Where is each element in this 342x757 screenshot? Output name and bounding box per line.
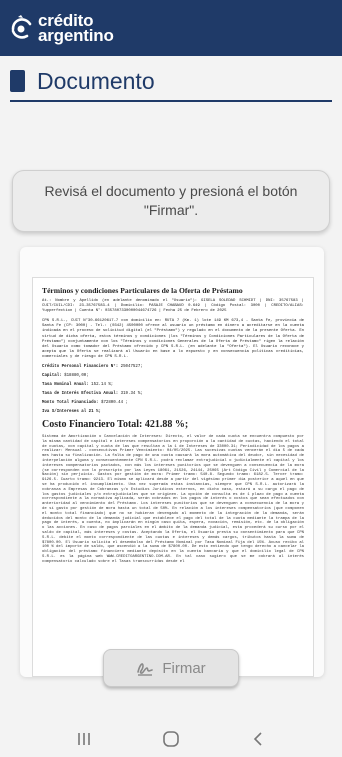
home-button[interactable] <box>161 729 181 749</box>
tea-value: 319.34 %; <box>120 392 143 397</box>
iva-line: Iva S/Intereses al 21 %; <box>42 410 304 415</box>
document-heading: Términos y condiciones Particulares de l… <box>42 286 243 295</box>
tea-line: Tasa de Interés Efectiva Anual: 319.34 %… <box>42 392 304 397</box>
sign-button[interactable]: Firmar <box>103 649 239 687</box>
back-button[interactable] <box>248 729 268 749</box>
tea-label: Tasa de Interés Efectiva Anual: <box>42 392 119 397</box>
tna-label: Tasa Nominal Anual: <box>42 383 89 388</box>
logo-mark-icon <box>11 15 32 39</box>
instruction-text: Revisá el documento y presioná el botón … <box>44 183 298 218</box>
bookmark-icon <box>10 70 25 92</box>
capital-label: Capital: <box>42 374 62 379</box>
recent-apps-button[interactable] <box>74 729 94 749</box>
total-cost: Costo Financiero Total: 421.88 %; <box>42 419 189 431</box>
document-page: Términos y condiciones Particulares de l… <box>32 277 314 677</box>
app-header: crédito argentino <box>0 0 342 56</box>
brand-line-2: argentino <box>38 26 114 45</box>
document-viewer[interactable]: Términos y condiciones Particulares de l… <box>20 247 324 677</box>
tna-line: Tasa Nominal Anual: 152.14 %; <box>42 383 304 388</box>
page-title-row: Documento <box>10 64 332 98</box>
tna-value: 152.14 %; <box>91 383 114 388</box>
capital-line: Capital: $18880,00; <box>42 374 304 379</box>
page-title: Documento <box>37 67 155 94</box>
credit-number-value: 25047527; <box>120 365 143 370</box>
instruction-card: Revisá el documento y presioná el botón … <box>12 170 330 232</box>
sign-button-label: Firmar <box>162 659 206 677</box>
system-nav-bar <box>0 720 342 757</box>
document-intro: At.: Nombre y Apellido (en adelante deno… <box>42 299 304 314</box>
document-body-2: Sistema de Amortización o Cancelación de… <box>42 435 304 564</box>
title-divider <box>10 100 332 102</box>
home-icon <box>163 730 179 747</box>
credit-number-label: Crédito Personal Financiero N°: <box>42 365 119 370</box>
total-financed-line: Monto Total Financiado: $72800.44 ; <box>42 401 304 406</box>
total-financed-value: $72800.44 ; <box>100 401 129 406</box>
total-financed-label: Monto Total Financiado: <box>42 401 99 406</box>
document-body-1: CPN S.R.L., CUIT N°30-66120617-7 con dom… <box>42 319 304 359</box>
signature-icon <box>137 663 154 676</box>
back-icon <box>254 731 262 746</box>
brand-logo: crédito argentino <box>10 12 114 45</box>
capital-value: $18880,00; <box>64 374 89 379</box>
iva-label: Iva S/Intereses al 21 %; <box>42 410 101 415</box>
credit-number-line: Crédito Personal Financiero N°: 25047527… <box>42 365 304 370</box>
recent-apps-icon <box>77 732 90 745</box>
